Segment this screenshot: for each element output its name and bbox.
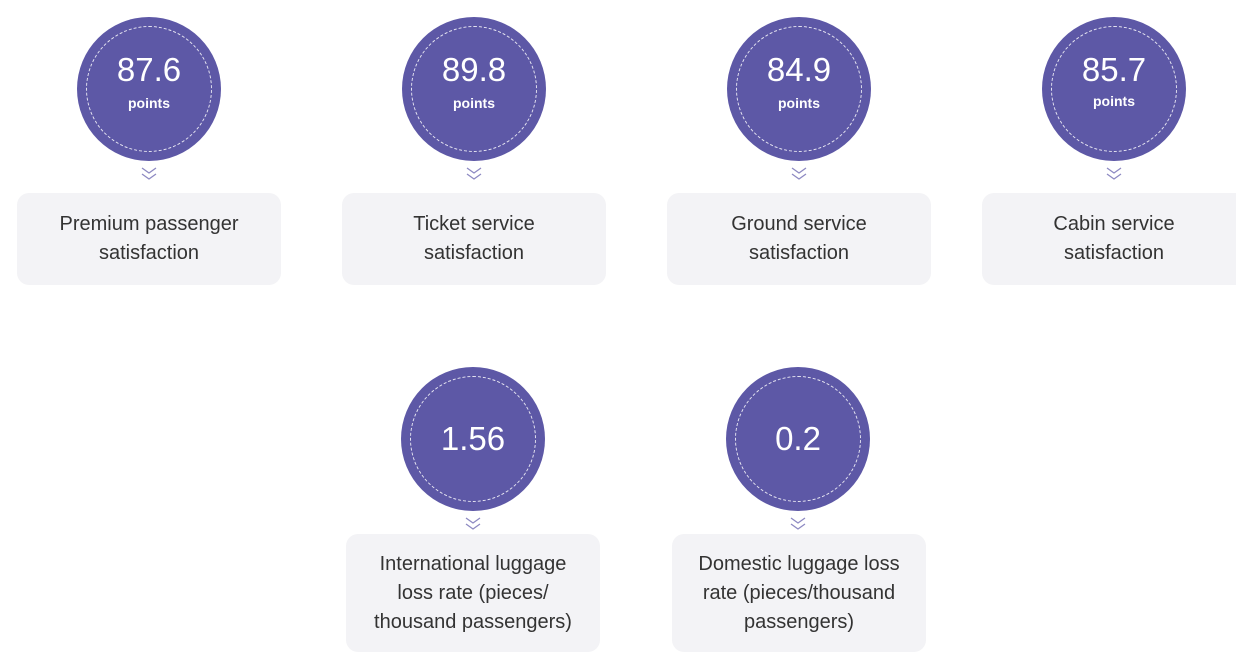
score-value: 89.8	[441, 51, 507, 88]
metric-label-line: passengers)	[743, 610, 855, 633]
score-circle: 89.8 points	[402, 17, 546, 161]
metric-label-card: Ticket service satisfaction	[342, 193, 606, 285]
metric-label-line: loss rate (pieces/	[397, 581, 549, 604]
double-chevron-down-icon	[466, 167, 482, 180]
score-circle: 85.7 points	[1042, 17, 1186, 161]
score-value: 1.56	[440, 420, 506, 457]
metric-label-line: rate (pieces/thousand	[702, 581, 896, 604]
metric-label-line: satisfaction	[423, 242, 525, 264]
double-chevron-down-icon	[141, 167, 157, 180]
metric-label-line: thousand passengers)	[374, 610, 572, 633]
double-chevron-down-icon	[791, 167, 807, 180]
score-unit: points	[1093, 93, 1135, 109]
metric-label-line: Ticket service	[413, 213, 535, 235]
metric-label-line: Ground service	[731, 213, 867, 235]
score-value: 87.6	[116, 51, 182, 88]
double-chevron-down-icon	[465, 517, 481, 530]
dashed-ring	[86, 26, 212, 152]
metric-label-card: Cabin service satisfaction	[982, 193, 1236, 285]
metric-label-line: satisfaction	[748, 242, 850, 264]
score-value: 84.9	[766, 51, 832, 88]
metric-label-line: International luggage	[379, 552, 567, 575]
dashed-ring	[1051, 26, 1177, 152]
score-value: 0.2	[775, 420, 821, 457]
score-circle: 1.56	[401, 367, 545, 511]
score-circle: 84.9 points	[727, 17, 871, 161]
score-circle: 0.2	[726, 367, 870, 511]
metric-label-line: Cabin service	[1053, 213, 1175, 235]
score-unit: points	[778, 95, 820, 111]
double-chevron-down-icon	[790, 517, 806, 530]
metric-label-card: International luggage loss rate (pieces/…	[346, 534, 600, 652]
metric-label-card: Domestic luggage loss rate (pieces/thous…	[672, 534, 926, 652]
score-value: 85.7	[1081, 51, 1147, 88]
metric-label-card: Ground service satisfaction	[667, 193, 931, 285]
score-unit: points	[128, 95, 170, 111]
score-circle: 87.6 points	[77, 17, 221, 161]
score-unit: points	[453, 95, 495, 111]
metric-label-line: Domestic luggage loss	[698, 552, 900, 575]
dashed-ring	[411, 26, 537, 152]
double-chevron-down-icon	[1106, 167, 1122, 180]
metric-label-line: satisfaction	[98, 242, 200, 264]
dashed-ring	[736, 26, 862, 152]
metric-label-line: Premium passenger	[59, 213, 239, 235]
metric-label-line: satisfaction	[1063, 242, 1165, 264]
metric-label-card: Premium passenger satisfaction	[17, 193, 281, 285]
